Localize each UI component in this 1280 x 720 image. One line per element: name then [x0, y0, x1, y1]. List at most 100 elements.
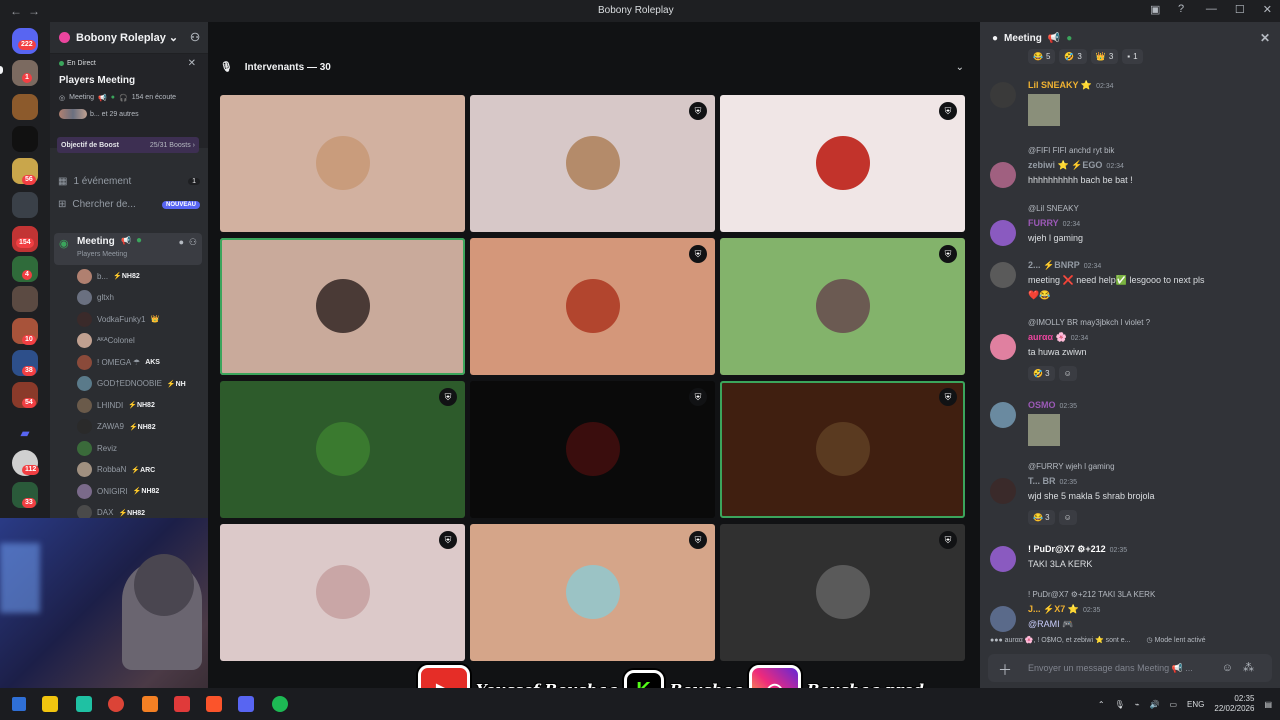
close-chat-icon[interactable]: ✕	[1260, 31, 1270, 45]
avatar[interactable]	[990, 220, 1016, 246]
explorer-icon[interactable]	[42, 696, 58, 712]
voice-member[interactable]: ᴬᴷᴬColonel	[77, 332, 140, 350]
chevron-down-icon[interactable]: ⌄	[956, 62, 964, 73]
speaker-tile[interactable]: ⛨	[720, 381, 965, 518]
voice-member[interactable]: DAX ⚡NH82	[77, 504, 145, 518]
events-link[interactable]: ▦ 1 événement 1	[58, 176, 200, 187]
server-icon[interactable]	[12, 286, 38, 312]
avatar[interactable]	[990, 162, 1016, 188]
chat-bubble-icon[interactable]: ●	[179, 237, 184, 247]
reaction-pill[interactable]: 🤣 3	[1059, 49, 1087, 64]
live-event-card[interactable]: En Direct ✕ Players Meeting ◎ Meeting 📢 …	[50, 54, 208, 148]
author-name[interactable]: ! PuDr@X7 ⚙+212 02:35	[1028, 544, 1127, 555]
avatar[interactable]	[990, 546, 1016, 572]
emoji-icons[interactable]: ☺⁂	[1222, 661, 1264, 674]
clock[interactable]: 02:35 22/02/2026	[1214, 694, 1254, 714]
author-name[interactable]: OSMO 02:35	[1028, 400, 1077, 410]
reaction-pill[interactable]: 🤣 3	[1028, 366, 1055, 381]
network-icon[interactable]: ⌁	[1135, 700, 1140, 709]
minimize-icon[interactable]: —	[1206, 3, 1217, 16]
speaker-tile[interactable]: ⛨	[470, 524, 715, 661]
battery-icon[interactable]: ▭	[1169, 700, 1177, 709]
author-name[interactable]: 2... ⚡BNRP 02:34	[1028, 260, 1101, 271]
speaker-tile[interactable]: ⛨	[720, 95, 965, 232]
avatar[interactable]	[990, 334, 1016, 360]
volume-icon[interactable]: 🔊	[1150, 700, 1160, 709]
speaker-tile[interactable]	[220, 95, 465, 232]
language[interactable]: ENG	[1187, 700, 1204, 709]
start-icon[interactable]	[12, 697, 26, 711]
voice-member[interactable]: gltxh	[77, 289, 119, 307]
voice-channel-meeting[interactable]: ◉ Meeting 📢 ● Players Meeting ● ⚇	[54, 233, 202, 265]
author-name[interactable]: Lil SNEAKY ⭐ 02:34	[1028, 80, 1114, 91]
message-input[interactable]: ＋ Envoyer un message dans Meeting 📢 ... …	[988, 654, 1272, 682]
plus-icon[interactable]: ＋	[998, 660, 1012, 680]
chrome-icon[interactable]	[108, 696, 124, 712]
spotify-icon[interactable]	[272, 696, 288, 712]
voice-member[interactable]: ! OMEGA ☂ AKS	[77, 353, 160, 371]
avatar[interactable]	[990, 606, 1016, 632]
avatar[interactable]	[990, 478, 1016, 504]
discord-icon[interactable]	[238, 696, 254, 712]
add-reaction-icon[interactable]: ☺	[1058, 366, 1077, 381]
boost-goal[interactable]: Objectif de Boost 25/31 Boosts ›	[57, 137, 199, 153]
app-icon[interactable]	[174, 696, 190, 712]
server-icon[interactable]	[12, 192, 38, 218]
speaker-tile[interactable]: ⛨	[220, 524, 465, 661]
server-icon[interactable]	[12, 126, 38, 152]
reaction-pill[interactable]: 😂 5	[1028, 49, 1056, 64]
voice-member[interactable]: LHINDI ⚡NH82	[77, 396, 155, 414]
chevron-up-icon[interactable]: ⌃	[1098, 700, 1105, 709]
author-name[interactable]: aurαα 🌸 02:34	[1028, 332, 1088, 343]
author-name[interactable]: T... BR 02:35	[1028, 476, 1077, 486]
inbox-icon[interactable]: ▣	[1150, 3, 1160, 16]
avatar[interactable]	[990, 262, 1016, 288]
voice-member[interactable]: b... ⚡NH82	[77, 267, 140, 285]
speaker-tile[interactable]: ⛨	[470, 95, 715, 232]
mic-icon[interactable]: 🎙	[1115, 700, 1125, 709]
brave-icon[interactable]	[206, 696, 222, 712]
reaction-pill[interactable]: ▪ 1	[1122, 49, 1143, 64]
voice-member[interactable]: ONIGIRI ⚡NH82	[77, 482, 159, 500]
help-icon[interactable]: ?	[1178, 3, 1184, 15]
speaker-tile[interactable]: ⛨	[470, 381, 715, 518]
speaker-tile[interactable]: ⛨	[720, 524, 965, 661]
close-window-icon[interactable]: ✕	[1263, 3, 1272, 16]
browse-channels[interactable]: ⊞ Chercher de... NOUVEAU	[58, 199, 200, 210]
author-name[interactable]: zebiwi ⭐ ⚡EGO 02:34	[1028, 160, 1124, 171]
reply-preview[interactable]: @FURRY wjeh l gaming	[1028, 462, 1115, 471]
server-icon[interactable]	[12, 94, 38, 120]
reaction-pill[interactable]: 👑 3	[1090, 49, 1119, 64]
avatar[interactable]	[990, 82, 1016, 108]
reply-preview[interactable]: @IMOLLY BR may3jbkch l violet ?	[1028, 318, 1150, 327]
invite-icon[interactable]: ⚇	[190, 31, 200, 44]
reply-preview[interactable]: ! PuDr@X7 ⚙+212 TAKI 3LA KERK	[1028, 590, 1155, 599]
voice-member[interactable]: Reviz	[77, 439, 122, 457]
add-member-icon[interactable]: ⚇	[189, 237, 197, 248]
avatar[interactable]	[990, 402, 1016, 428]
reply-preview[interactable]: @Lil SNEAKY	[1028, 204, 1079, 213]
reply-preview[interactable]: @FIFI FIFI anchd ryt bik	[1028, 146, 1114, 155]
speaker-tile[interactable]: ⛨	[720, 238, 965, 375]
folder-icon[interactable]: ▰	[12, 420, 38, 446]
notification-icon[interactable]: ▤	[1264, 700, 1272, 709]
message-image[interactable]	[1028, 414, 1060, 446]
message-image[interactable]	[1028, 94, 1060, 126]
app-icon[interactable]	[76, 696, 92, 712]
reaction-pill[interactable]: 😂 3	[1028, 510, 1055, 525]
speaker-tile[interactable]: ⛨	[220, 381, 465, 518]
voice-member[interactable]: RobbaN ⚡ARC	[77, 461, 155, 479]
voice-member[interactable]: ZAWA9 ⚡NH82	[77, 418, 156, 436]
vlc-icon[interactable]	[142, 696, 158, 712]
voice-member[interactable]: VodkaFunky1 👑	[77, 310, 159, 328]
speaker-tile[interactable]: ⛨	[470, 238, 715, 375]
server-header[interactable]: Bobony Roleplay ⌄ ⚇	[50, 22, 208, 54]
maximize-icon[interactable]: ☐	[1235, 3, 1245, 16]
add-reaction-icon[interactable]: ☺	[1058, 510, 1077, 525]
author-name[interactable]: J... ⚡X7 ⭐ 02:35	[1028, 604, 1100, 615]
author-name[interactable]: FURRY 02:34	[1028, 218, 1080, 228]
nav-arrows-icon[interactable]: ←→	[10, 4, 46, 18]
voice-member[interactable]: GOD†EDNOOBIE ⚡NH	[77, 375, 186, 393]
close-icon[interactable]: ✕	[188, 58, 196, 69]
speaker-tile[interactable]	[220, 238, 465, 375]
